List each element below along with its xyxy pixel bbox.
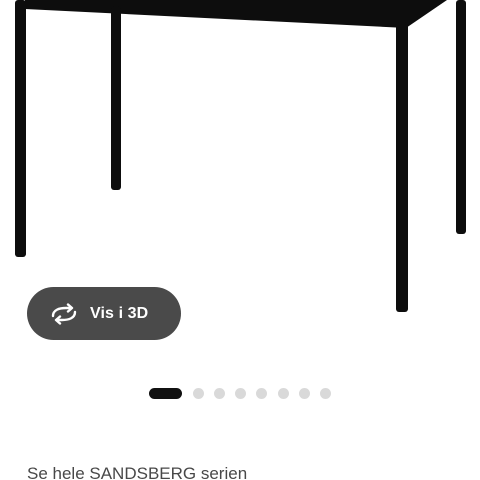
- view-in-3d-button[interactable]: Vis i 3D: [27, 287, 181, 340]
- carousel-dot-1[interactable]: [149, 388, 182, 399]
- table-leg-front-left: [15, 0, 26, 257]
- carousel-dot-8[interactable]: [320, 388, 332, 399]
- table-leg-back-right: [456, 0, 466, 234]
- carousel-dot-2[interactable]: [192, 388, 204, 399]
- rotate-3d-icon: [50, 302, 78, 325]
- table-leg-back-left: [111, 6, 121, 190]
- carousel-dot-3[interactable]: [213, 388, 225, 399]
- carousel-dot-7[interactable]: [298, 388, 310, 399]
- product-page: Vis i 3D Se hele SANDSBERG serien: [0, 0, 480, 480]
- see-series-link[interactable]: Se hele SANDSBERG serien: [27, 464, 247, 480]
- view-in-3d-label: Vis i 3D: [90, 304, 149, 322]
- table-top: [25, 0, 447, 28]
- carousel-dot-5[interactable]: [256, 388, 268, 399]
- carousel-dot-4[interactable]: [235, 388, 247, 399]
- table-leg-front-right: [396, 22, 408, 312]
- carousel-dot-6[interactable]: [277, 388, 289, 399]
- image-carousel-indicator: [149, 388, 342, 399]
